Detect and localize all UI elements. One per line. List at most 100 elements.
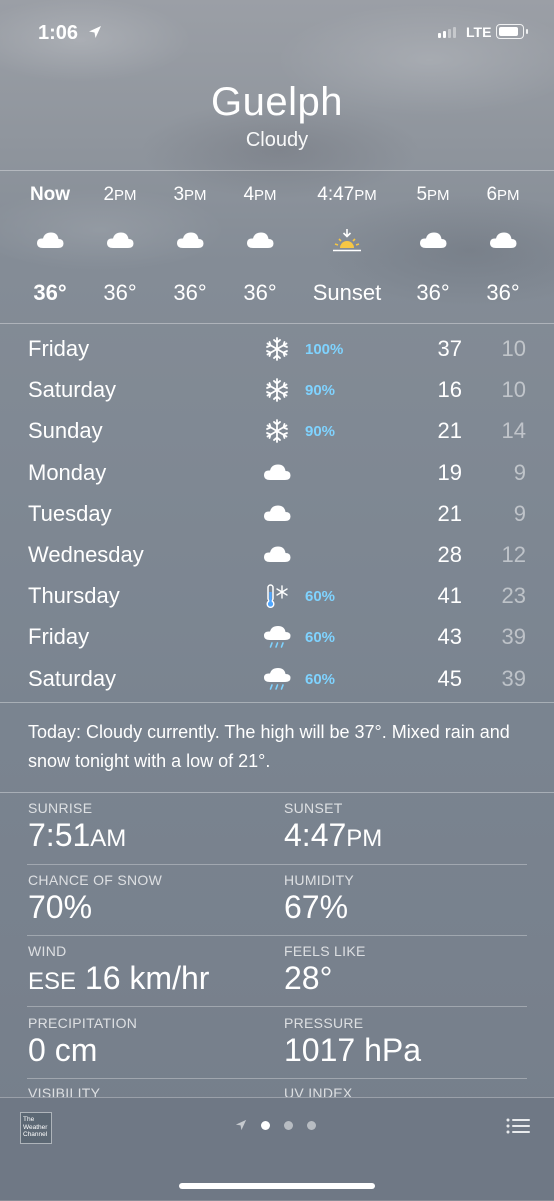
current-condition: Cloudy	[245, 129, 309, 151]
page-dot[interactable]	[284, 1120, 293, 1130]
daily-row: Friday 60% 43 39	[0, 616, 554, 657]
divider	[0, 792, 554, 793]
page-dot[interactable]	[307, 1120, 316, 1130]
hour-label: 2PM	[103, 184, 137, 205]
sunset-icon	[332, 228, 362, 254]
low-temperature: 23	[501, 583, 526, 609]
high-temperature: 41	[437, 583, 462, 609]
feels-like-detail: FEELS LIKE 28°	[284, 943, 524, 997]
low-temperature: 39	[501, 624, 526, 650]
location-arrow-icon	[89, 26, 101, 38]
day-name: Saturday	[28, 665, 117, 691]
low-temperature: 9	[513, 500, 526, 526]
day-name: Friday	[28, 336, 90, 361]
divider	[27, 1006, 527, 1007]
high-temperature: 16	[437, 377, 462, 403]
daily-row: Tuesday 21 9	[0, 493, 554, 534]
status-time: 1:06	[38, 22, 79, 44]
hour-temperature: 36°	[486, 280, 520, 305]
precip-chance: 60%	[305, 629, 336, 647]
detail-label: FEELS LIKE	[284, 943, 366, 959]
sunset-detail: SUNSET 4:47PM	[284, 800, 524, 854]
thermometer-snow-icon	[262, 583, 292, 609]
high-temperature: 37	[437, 336, 462, 361]
high-temperature: 21	[437, 500, 462, 526]
daily-row: Saturday 90% 16 10	[0, 369, 554, 410]
daily-row: Wednesday 28 12	[0, 534, 554, 575]
detail-label: SUNSET	[284, 800, 343, 816]
snowflake-icon	[262, 418, 292, 444]
city-list-icon[interactable]	[506, 1117, 530, 1135]
visibility-detail: VISIBILITY	[28, 1085, 268, 1097]
hour-temperature: 36°	[173, 280, 207, 305]
daily-row: Monday 19 9	[0, 452, 554, 493]
page-dot[interactable]	[261, 1120, 270, 1130]
snowflake-icon	[262, 377, 292, 403]
signal-icon	[438, 27, 456, 38]
weather-channel-logo[interactable]: The Weather Channel	[20, 1112, 52, 1144]
cloud-icon	[262, 460, 292, 486]
network-label: LTE	[466, 24, 492, 40]
rain-cloud-icon	[262, 624, 292, 650]
precip-chance: 90%	[305, 382, 336, 400]
detail-label: WIND	[28, 943, 67, 959]
detail-value: 67%	[284, 889, 349, 925]
low-temperature: 12	[501, 542, 526, 567]
hour-temperature: Sunset	[312, 280, 382, 305]
day-name: Friday	[28, 624, 90, 650]
cloud-icon	[262, 501, 292, 527]
hour-label: 5PM	[416, 184, 450, 205]
hour-temperature: 36°	[33, 280, 67, 305]
low-temperature: 10	[501, 336, 526, 361]
daily-row: Thursday 60% 41 23	[0, 575, 554, 616]
divider	[27, 864, 527, 865]
day-name: Wednesday	[28, 542, 144, 567]
divider	[27, 935, 527, 936]
detail-label: HUMIDITY	[284, 872, 355, 888]
day-name: Monday	[28, 459, 107, 485]
cloud-icon	[245, 228, 275, 254]
precip-chance: 90%	[305, 423, 336, 441]
low-temperature: 39	[501, 665, 526, 691]
divider	[0, 702, 554, 703]
detail-value: 7:51AM	[28, 817, 127, 853]
high-temperature: 28	[437, 542, 462, 567]
daily-row: Saturday 60% 45 39	[0, 658, 554, 699]
day-name: Tuesday	[28, 500, 112, 526]
cloud-icon	[105, 228, 135, 254]
hour-label: 3PM	[173, 184, 207, 205]
hour-label: 4:47PM	[317, 184, 377, 205]
detail-label: VISIBILITY	[28, 1085, 101, 1097]
wind-detail: WIND ESE 16 km/hr	[28, 943, 268, 997]
low-temperature: 9	[513, 459, 526, 485]
low-temperature: 10	[501, 377, 526, 403]
battery-icon	[496, 24, 528, 39]
high-temperature: 19	[437, 459, 462, 485]
detail-value: ESE 16 km/hr	[28, 960, 210, 996]
rain-cloud-icon	[262, 666, 292, 692]
precip-chance: 60%	[305, 670, 336, 688]
detail-label: PRECIPITATION	[28, 1015, 138, 1031]
location-header: Guelph Cloudy	[0, 80, 554, 152]
hour-temperature: 36°	[416, 280, 450, 305]
detail-label: PRESSURE	[284, 1015, 364, 1031]
hourly-forecast[interactable]: Now 36° 2PM 36° 3PM 36° 4PM 36° 4:47PM Sunset 5PM 3…	[0, 170, 554, 323]
divider	[0, 323, 554, 324]
uv-index-detail: UV INDEX	[284, 1085, 524, 1097]
today-summary: Today: Cloudy currently. The high will b…	[28, 722, 510, 771]
page-indicator[interactable]	[235, 1118, 316, 1132]
high-temperature: 45	[437, 665, 462, 691]
detail-label: UV INDEX	[284, 1085, 353, 1097]
detail-value: 0 cm	[28, 1032, 98, 1068]
hour-temperature: 36°	[243, 280, 277, 305]
cloud-icon	[175, 228, 205, 254]
snowflake-icon	[262, 336, 292, 362]
home-indicator[interactable]	[179, 1183, 375, 1189]
daily-row: Friday 100% 37 10	[0, 328, 554, 369]
precipitation-detail: PRECIPITATION 0 cm	[28, 1015, 268, 1069]
precip-chance: 100%	[305, 341, 344, 358]
hour-label: 6PM	[486, 184, 520, 205]
status-bar: 1:06 LTE	[0, 0, 554, 60]
detail-value: 1017 hPa	[284, 1032, 422, 1068]
precip-chance: 60%	[305, 588, 336, 606]
